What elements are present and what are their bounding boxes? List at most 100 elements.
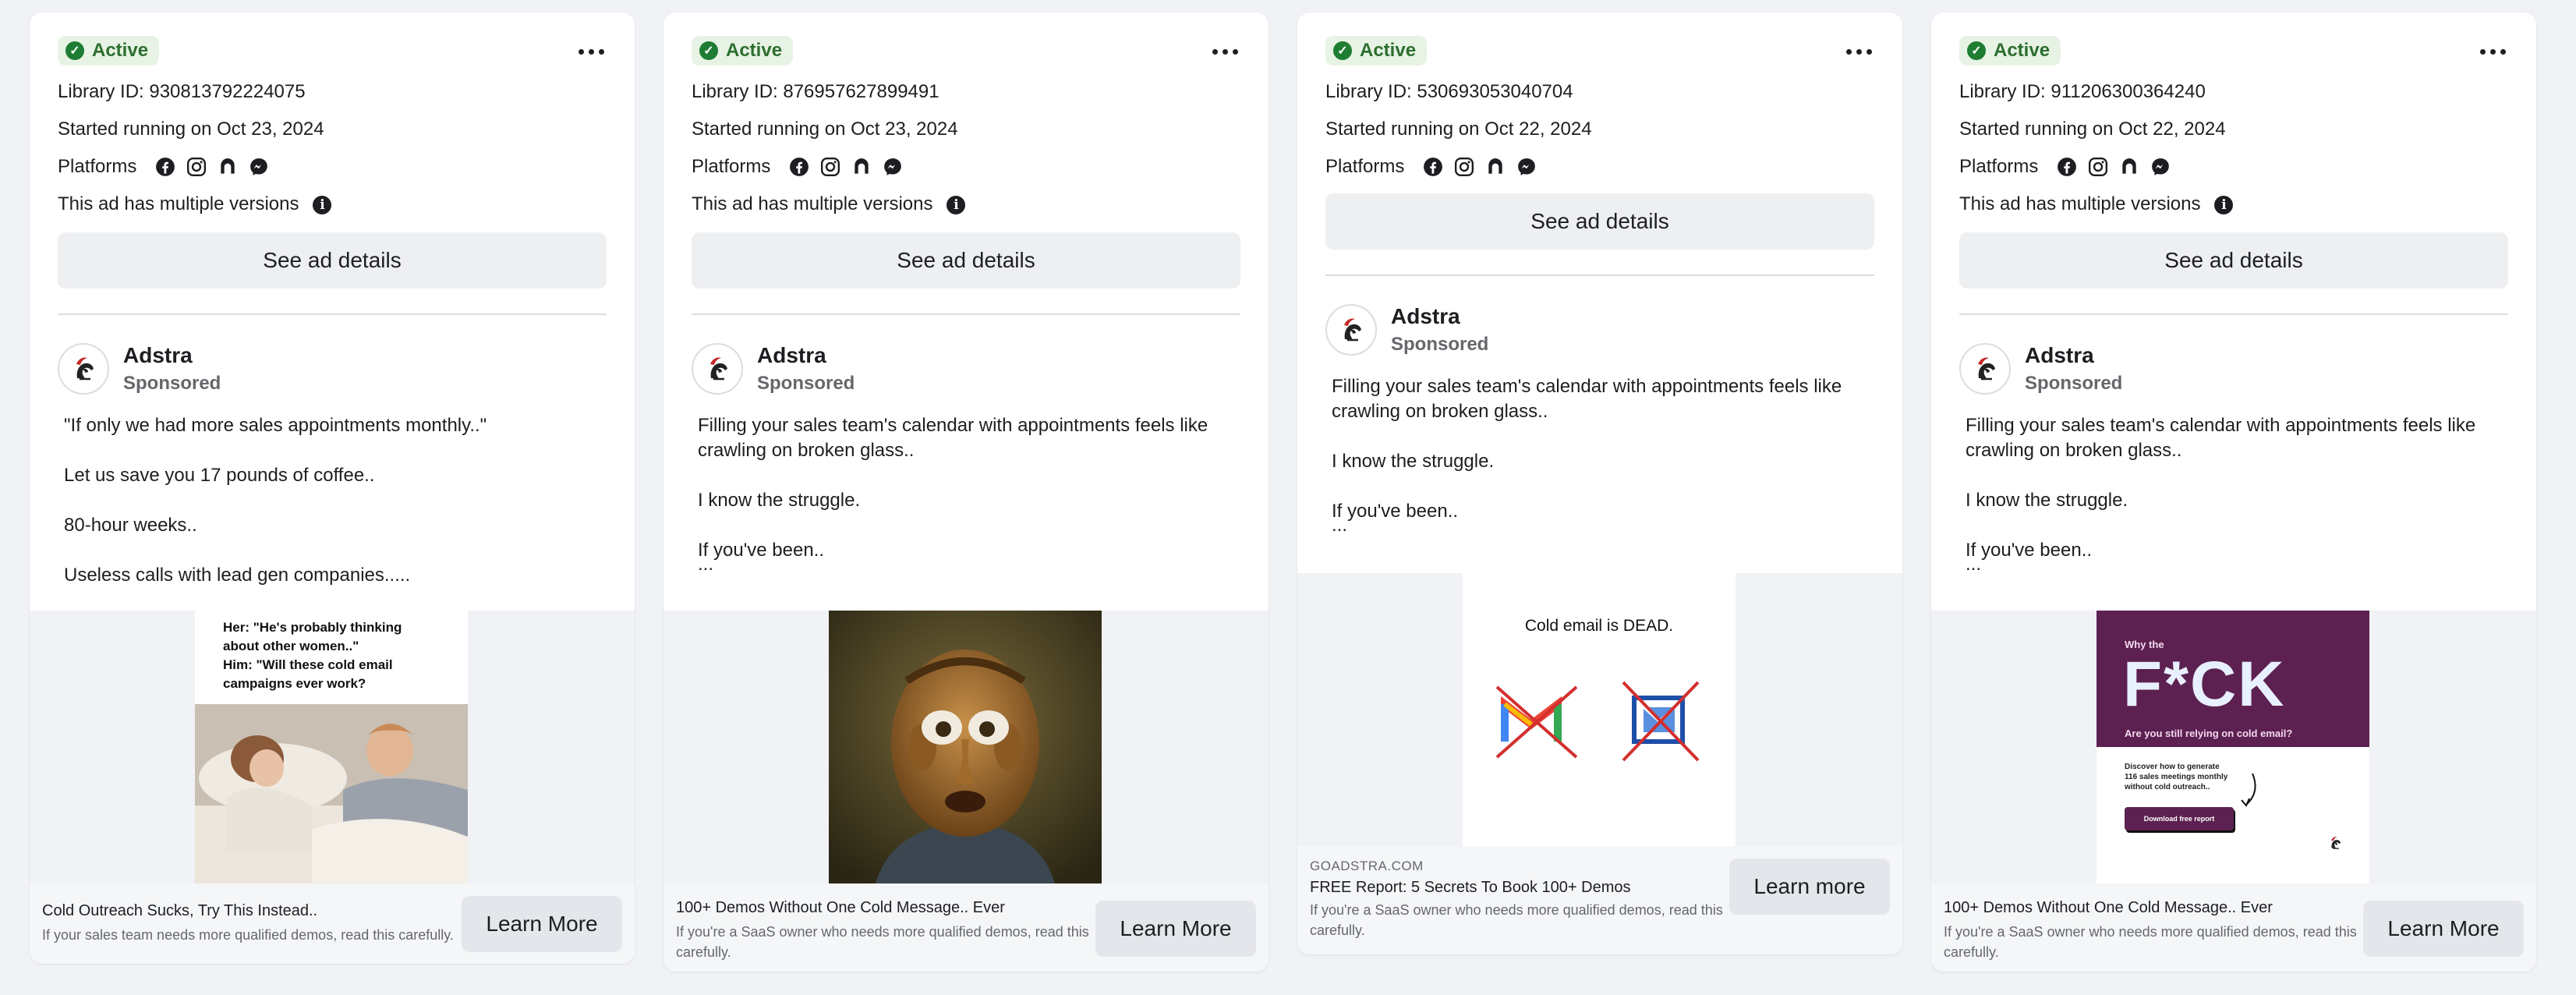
advertiser-name[interactable]: Adstra	[123, 343, 221, 368]
platforms-label: Platforms	[1959, 156, 2039, 177]
helmet-logo-icon	[1968, 352, 2002, 386]
ad-media[interactable]: Her: "He's probably thinking about other…	[30, 611, 635, 883]
start-date: Started running on Oct 22, 2024	[1325, 119, 1592, 140]
ad-footer[interactable]: Cold Outreach Sucks, Try This Instead.. …	[30, 883, 635, 964]
library-id: Library ID: 876957627899491	[692, 81, 939, 102]
link-headline[interactable]: Cold Outreach Sucks, Try This Instead..	[42, 902, 454, 920]
check-icon: ✓	[699, 41, 718, 60]
helmet-logo-icon	[1334, 313, 1368, 347]
ad-creative-image[interactable]	[829, 611, 1102, 883]
learn-more-button[interactable]: Learn More	[1095, 901, 1256, 957]
dot-icon	[1845, 48, 1852, 55]
creative-download-button: Download free report	[2125, 807, 2234, 830]
curved-arrow-icon	[2241, 773, 2256, 807]
library-id: Library ID: 930813792224075	[58, 81, 306, 102]
platforms-row: Platforms	[1959, 156, 2508, 178]
advertiser-header: Adstra Sponsored	[1325, 304, 1874, 356]
library-id: Library ID: 530693053040704	[1325, 81, 1573, 102]
versions-note: This ad has multiple versions i	[1959, 193, 2508, 215]
see-ad-details-button[interactable]: See ad details	[692, 232, 1240, 289]
avatar[interactable]	[1325, 304, 1377, 356]
learn-more-button[interactable]: Learn More	[2363, 901, 2524, 957]
facebook-icon	[155, 157, 175, 177]
creative-headline: Cold email is DEAD.	[1524, 617, 1674, 635]
avatar[interactable]	[58, 343, 109, 395]
dot-icon	[578, 48, 584, 55]
ad-media[interactable]: Why the F*CK Are you still relying on co…	[1931, 611, 2536, 883]
platforms-row: Platforms	[58, 156, 607, 178]
divider	[1325, 274, 1874, 276]
advertiser-name[interactable]: Adstra	[1391, 304, 1488, 329]
link-headline[interactable]: 100+ Demos Without One Cold Message.. Ev…	[676, 899, 1097, 917]
ad-creative-image[interactable]: Why the F*CK Are you still relying on co…	[2097, 611, 2369, 883]
link-headline[interactable]: 100+ Demos Without One Cold Message.. Ev…	[1944, 899, 2365, 917]
avatar[interactable]	[692, 343, 743, 395]
instagram-icon	[1454, 157, 1474, 177]
more-options-button[interactable]	[2469, 36, 2516, 67]
ad-card: ✓ Active Library ID: 530693053040704 Star…	[1297, 12, 1902, 954]
advertiser-name[interactable]: Adstra	[2025, 343, 2122, 368]
advertiser-header: Adstra Sponsored	[1959, 343, 2508, 395]
ad-media[interactable]	[663, 611, 1269, 883]
learn-more-button[interactable]: Learn more	[1729, 859, 1890, 915]
learn-more-button[interactable]: Learn More	[462, 896, 622, 952]
ad-card: ✓ Active Library ID: 911206300364240 Star…	[1931, 12, 2536, 972]
audience-network-icon	[851, 157, 872, 177]
instagram-icon	[2088, 157, 2108, 177]
status-badge: ✓ Active	[692, 36, 794, 66]
advertiser-header: Adstra Sponsored	[58, 343, 607, 395]
advertiser-name[interactable]: Adstra	[757, 343, 855, 368]
check-icon: ✓	[65, 41, 84, 60]
ad-creative-image[interactable]: Her: "He's probably thinking about other…	[195, 611, 468, 883]
sponsored-label: Sponsored	[123, 373, 221, 394]
ad-body-text: Filling your sales team's calendar with …	[1931, 413, 2536, 574]
ad-footer[interactable]: 100+ Demos Without One Cold Message.. Ev…	[1931, 883, 2536, 972]
sponsored-label: Sponsored	[2025, 373, 2123, 394]
sponsored-label: Sponsored	[1391, 334, 1489, 355]
caricature-portrait-illustration	[829, 611, 1102, 883]
audience-network-icon	[1485, 157, 1506, 177]
status-badge: ✓ Active	[1959, 36, 2061, 66]
more-options-button[interactable]	[1201, 36, 1248, 67]
facebook-icon	[1423, 157, 1443, 177]
more-options-button[interactable]	[1835, 36, 1882, 67]
sponsored-label: Sponsored	[757, 373, 855, 394]
messenger-icon	[883, 157, 903, 177]
helmet-logo-icon	[2326, 834, 2344, 852]
creative-purple-panel: Why the F*CK Are you still relying on co…	[2097, 611, 2369, 747]
link-headline[interactable]: FREE Report: 5 Secrets To Book 100+ Demo…	[1310, 879, 1731, 897]
start-date: Started running on Oct 23, 2024	[58, 119, 324, 140]
bed-photo-illustration	[195, 704, 468, 883]
facebook-icon	[2057, 157, 2077, 177]
see-ad-details-button[interactable]: See ad details	[1325, 193, 1874, 250]
see-ad-details-button[interactable]: See ad details	[1959, 232, 2508, 289]
versions-note: This ad has multiple versions i	[58, 193, 607, 215]
status-badge: ✓ Active	[58, 36, 160, 66]
see-ad-details-button[interactable]: See ad details	[58, 232, 607, 289]
facebook-icon	[789, 157, 809, 177]
info-icon[interactable]: i	[947, 195, 966, 214]
divider	[58, 313, 607, 315]
avatar[interactable]	[1959, 343, 2011, 395]
start-date: Started running on Oct 22, 2024	[1959, 119, 2226, 140]
ad-footer[interactable]: 100+ Demos Without One Cold Message.. Ev…	[663, 883, 1269, 972]
ad-body-text: Filling your sales team's calendar with …	[1297, 374, 1902, 535]
platforms-label: Platforms	[1325, 156, 1405, 177]
ad-footer[interactable]: GOADSTRA.COM FREE Report: 5 Secrets To B…	[1297, 846, 1902, 954]
info-icon[interactable]: i	[313, 195, 332, 214]
platforms-label: Platforms	[692, 156, 771, 177]
link-description: If your sales team needs more qualified …	[42, 927, 454, 943]
messenger-icon	[1516, 157, 1537, 177]
helmet-logo-icon	[66, 352, 101, 386]
platforms-row: Platforms	[692, 156, 1240, 178]
more-options-button[interactable]	[568, 36, 614, 67]
library-id: Library ID: 911206300364240	[1959, 81, 2206, 102]
start-date: Started running on Oct 23, 2024	[692, 119, 958, 140]
crossed-email-logos-illustration	[1495, 681, 1700, 762]
ad-media[interactable]: Cold email is DEAD.	[1297, 573, 1902, 846]
divider	[1959, 313, 2508, 315]
info-icon[interactable]: i	[2214, 195, 2234, 214]
messenger-icon	[2150, 157, 2171, 177]
dot-icon	[2479, 48, 2486, 55]
ad-creative-image[interactable]: Cold email is DEAD.	[1463, 573, 1736, 846]
